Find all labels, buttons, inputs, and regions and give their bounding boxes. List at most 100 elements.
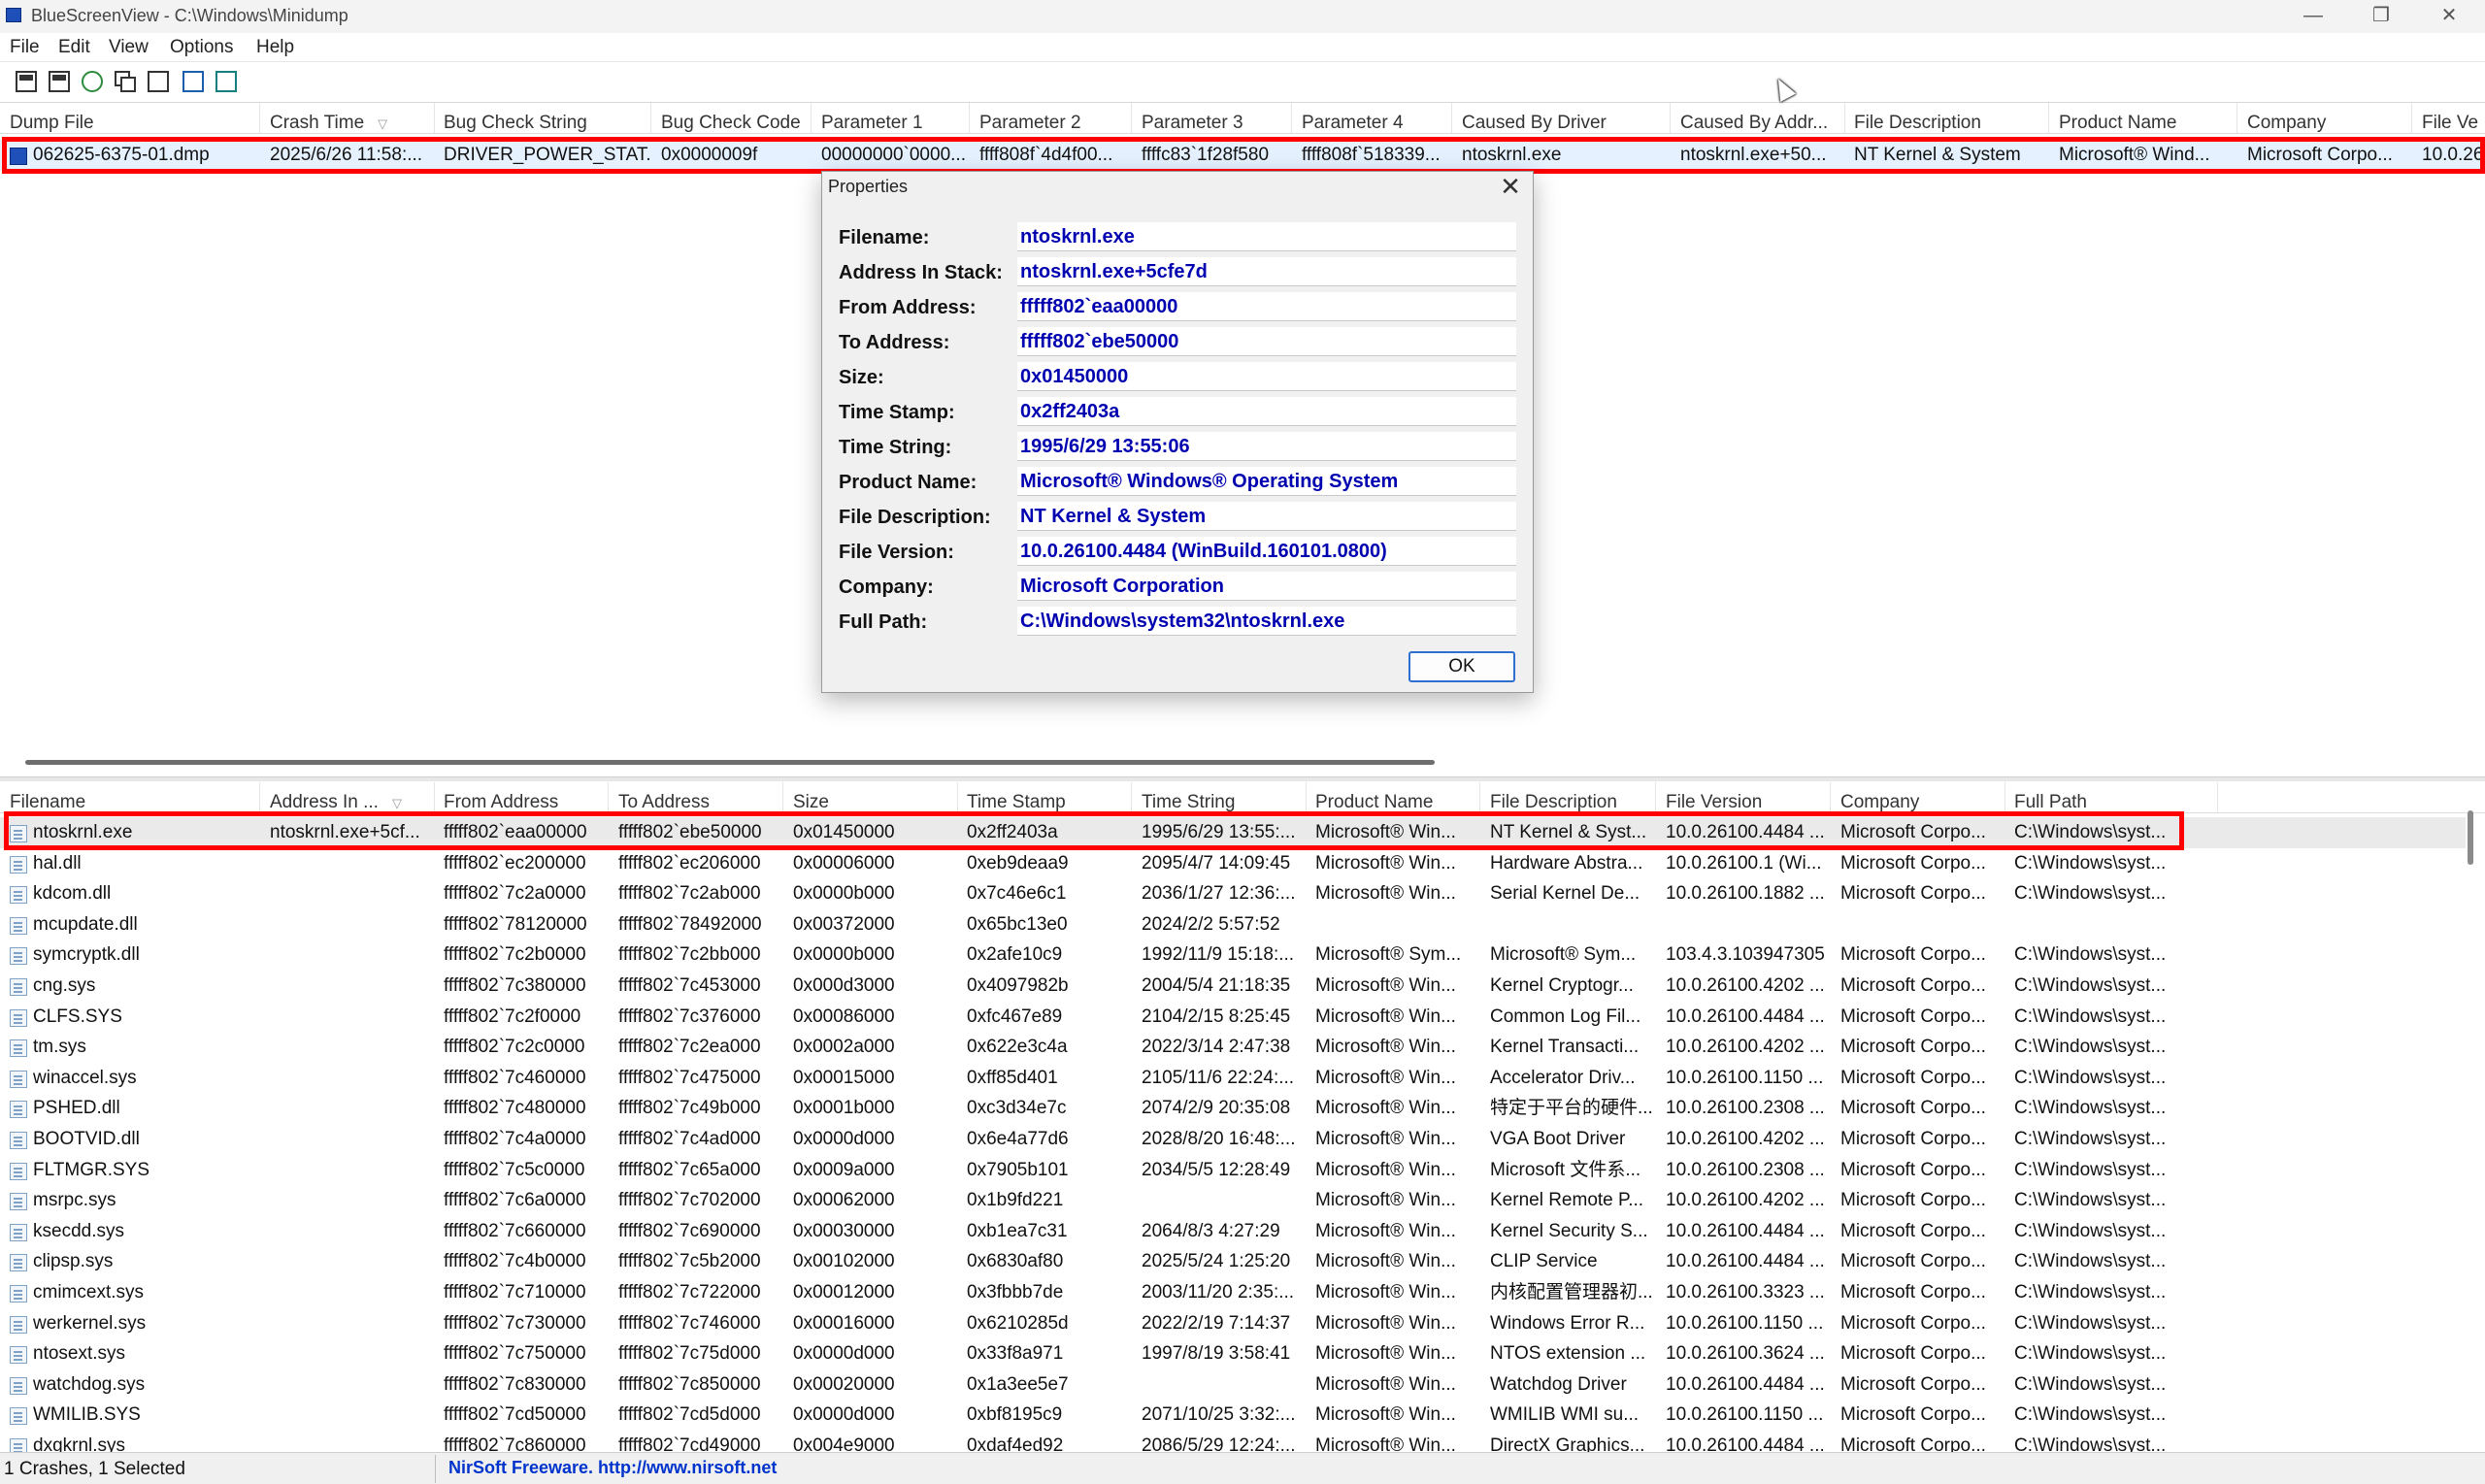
- menu-help[interactable]: Help: [256, 37, 294, 58]
- driver-cell-time-string: 2025/5/24 1:25:20: [1142, 1251, 1291, 1272]
- driver-row[interactable]: ksecdd.sys fffff802`7c660000 fffff802`7c69…: [0, 1216, 2466, 1247]
- driver-list-col-full-path[interactable]: Full Path: [2005, 782, 2218, 812]
- find-icon[interactable]: [181, 69, 206, 94]
- horizontal-scrollbar[interactable]: [25, 760, 1435, 765]
- driver-row[interactable]: kdcom.dll fffff802`7c2a0000 fffff802`7c2ab…: [0, 878, 2466, 909]
- prop-value-file-description[interactable]: NT Kernel & System: [1017, 502, 1516, 531]
- prop-value-full-path[interactable]: C:\Windows\system32\ntoskrnl.exe: [1017, 607, 1516, 636]
- crash-list-col-file-description[interactable]: File Description: [1844, 103, 2049, 133]
- minimize-button[interactable]: —: [2279, 0, 2347, 33]
- driver-cell-time-string: 2004/5/4 21:18:35: [1142, 975, 1291, 996]
- crash-list-col-parameter-3[interactable]: Parameter 3: [1132, 103, 1292, 133]
- crash-list-col-bug-check-string[interactable]: Bug Check String: [434, 103, 651, 133]
- refresh-icon[interactable]: [80, 69, 105, 94]
- vertical-scrollbar[interactable]: [2468, 810, 2473, 865]
- driver-cell-address-in: [260, 1216, 435, 1247]
- menu-edit[interactable]: Edit: [58, 37, 90, 58]
- crash-list-col-company[interactable]: Company: [2237, 103, 2412, 133]
- driver-cell-product-name: Microsoft® Win...: [1315, 975, 1456, 996]
- driver-cell-address-in: [260, 878, 435, 909]
- prop-value-address-in-stack[interactable]: ntoskrnl.exe+5cfe7d: [1017, 257, 1516, 286]
- options-icon[interactable]: [146, 69, 171, 94]
- driver-list-col-time-string[interactable]: Time String: [1132, 782, 1307, 812]
- driver-cell-file-version: [1656, 909, 1831, 940]
- nirsoft-link[interactable]: NirSoft Freeware. http://www.nirsoft.net: [448, 1458, 777, 1478]
- driver-row[interactable]: watchdog.sys fffff802`7c830000 fffff802`7c…: [0, 1369, 2466, 1401]
- crash-list-col-crash-time[interactable]: Crash Time ▽: [260, 103, 435, 133]
- driver-row[interactable]: cmimcext.sys fffff802`7c710000 fffff802`7c…: [0, 1277, 2466, 1308]
- restore-button[interactable]: ❐: [2347, 0, 2415, 33]
- driver-row[interactable]: werkernel.sys fffff802`7c730000 fffff802`7…: [0, 1308, 2466, 1339]
- driver-row[interactable]: WMILIB.SYS fffff802`7cd50000 fffff802`7cd5…: [0, 1400, 2466, 1431]
- prop-value-time-string[interactable]: 1995/6/29 13:55:06: [1017, 432, 1516, 461]
- driver-cell-from-address: fffff802`ec200000: [444, 852, 586, 874]
- driver-cell-time-string: 2104/2/15 8:25:45: [1142, 1006, 1291, 1027]
- driver-row[interactable]: PSHED.dll fffff802`7c480000 fffff802`7c49b…: [0, 1093, 2466, 1124]
- driver-cell-company: Microsoft Corpo...: [1840, 944, 1986, 966]
- crash-list-col-product-name[interactable]: Product Name: [2049, 103, 2237, 133]
- pane-splitter[interactable]: [0, 776, 2485, 781]
- prop-value-size[interactable]: 0x01450000: [1017, 362, 1516, 391]
- prop-value-product-name[interactable]: Microsoft® Windows® Operating System: [1017, 467, 1516, 496]
- driver-cell-filename: winaccel.sys: [33, 1067, 137, 1088]
- prop-value-time-stamp[interactable]: 0x2ff2403a: [1017, 397, 1516, 426]
- crash-list-col-parameter-1[interactable]: Parameter 1: [812, 103, 970, 133]
- crash-list-col-caused-by-addr[interactable]: Caused By Addr...: [1671, 103, 1845, 133]
- crash-list-col-parameter-4[interactable]: Parameter 4: [1292, 103, 1452, 133]
- crash-cell-file-description: NT Kernel & System: [1854, 145, 2021, 165]
- prop-value-company[interactable]: Microsoft Corporation: [1017, 572, 1516, 601]
- driver-cell-file-version: 10.0.26100.3624 ...: [1666, 1343, 1825, 1365]
- exit-icon[interactable]: [214, 69, 239, 94]
- driver-row[interactable]: symcryptk.dll fffff802`7c2b0000 fffff802`7…: [0, 940, 2466, 971]
- crash-row[interactable]: 062625-6375-01.dmp 2025/6/26 11:58:... DRI…: [0, 140, 2485, 171]
- driver-list-col-size[interactable]: Size: [783, 782, 958, 812]
- dialog-close-button[interactable]: ✕: [1498, 172, 1523, 201]
- prop-value-filename[interactable]: ntoskrnl.exe: [1017, 222, 1516, 251]
- driver-row[interactable]: ntosext.sys fffff802`7c750000 fffff802`7c7…: [0, 1338, 2466, 1369]
- driver-row[interactable]: cng.sys fffff802`7c380000 fffff802`7c45300…: [0, 971, 2466, 1002]
- driver-list-col-filename[interactable]: Filename: [0, 782, 260, 812]
- properties-icon[interactable]: [14, 69, 39, 94]
- driver-list-col-product-name[interactable]: Product Name: [1306, 782, 1480, 812]
- driver-row[interactable]: hal.dll fffff802`ec200000 fffff802`ec20600…: [0, 848, 2466, 879]
- crash-list-col-bug-check-code[interactable]: Bug Check Code: [651, 103, 812, 133]
- driver-row[interactable]: ntoskrnl.exe ntoskrnl.exe+5cf... fffff802`…: [0, 817, 2466, 848]
- menu-file[interactable]: File: [10, 37, 40, 58]
- driver-cell-file-version: 10.0.26100.4484 ...: [1666, 822, 1825, 842]
- save-icon[interactable]: [47, 69, 72, 94]
- menu-view[interactable]: View: [109, 37, 149, 58]
- crash-list-col-parameter-2[interactable]: Parameter 2: [970, 103, 1132, 133]
- driver-row[interactable]: winaccel.sys fffff802`7c460000 fffff802`7c…: [0, 1063, 2466, 1094]
- crash-list-col-file-ve[interactable]: File Ve: [2412, 103, 2485, 133]
- driver-list-col-to-address[interactable]: To Address: [609, 782, 783, 812]
- copy-icon[interactable]: [113, 69, 138, 94]
- driver-cell-product-name: Microsoft® Win...: [1315, 1159, 1456, 1180]
- driver-cell-file-version: 10.0.26100.1882 ...: [1666, 883, 1825, 905]
- driver-list-col-file-version[interactable]: File Version: [1656, 782, 1831, 812]
- driver-cell-company: Microsoft Corpo...: [1840, 975, 1986, 996]
- driver-list-col-company[interactable]: Company: [1831, 782, 2005, 812]
- driver-cell-file-description: NTOS extension ...: [1490, 1343, 1646, 1365]
- driver-cell-file-version: 10.0.26100.4484 ...: [1666, 1373, 1825, 1395]
- driver-row[interactable]: tm.sys fffff802`7c2c0000 fffff802`7c2ea000…: [0, 1032, 2466, 1063]
- driver-row[interactable]: BOOTVID.dll fffff802`7c4a0000 fffff802`7c4…: [0, 1124, 2466, 1155]
- driver-list-col-from-address[interactable]: From Address: [434, 782, 609, 812]
- driver-row[interactable]: FLTMGR.SYS fffff802`7c5c0000 fffff802`7c65…: [0, 1155, 2466, 1186]
- menu-options[interactable]: Options: [170, 37, 233, 58]
- driver-list-col-time-stamp[interactable]: Time Stamp: [957, 782, 1132, 812]
- driver-row[interactable]: msrpc.sys fffff802`7c6a0000 fffff802`7c702…: [0, 1185, 2466, 1216]
- crash-list-col-dump-file[interactable]: Dump File: [0, 103, 260, 133]
- prop-value-from-address[interactable]: fffff802`eaa00000: [1017, 292, 1516, 321]
- prop-value-to-address[interactable]: fffff802`ebe50000: [1017, 327, 1516, 356]
- crash-list-col-caused-by-driver[interactable]: Caused By Driver: [1452, 103, 1671, 133]
- driver-list-col-file-description[interactable]: File Description: [1480, 782, 1656, 812]
- driver-cell-file-version: 10.0.26100.1 (Wi...: [1666, 852, 1822, 874]
- driver-row[interactable]: clipsp.sys fffff802`7c4b0000 fffff802`7c5b…: [0, 1246, 2466, 1277]
- prop-value-file-version[interactable]: 10.0.26100.4484 (WinBuild.160101.0800): [1017, 537, 1516, 566]
- close-button[interactable]: ✕: [2415, 0, 2483, 33]
- status-separator: [435, 1455, 436, 1483]
- ok-button[interactable]: OK: [1408, 651, 1515, 682]
- driver-row[interactable]: mcupdate.dll fffff802`78120000 fffff802`78…: [0, 909, 2466, 940]
- driver-row[interactable]: CLFS.SYS fffff802`7c2f0000 fffff802`7c3760…: [0, 1002, 2466, 1033]
- driver-list-col-address-in[interactable]: Address In ... ▽: [260, 782, 435, 812]
